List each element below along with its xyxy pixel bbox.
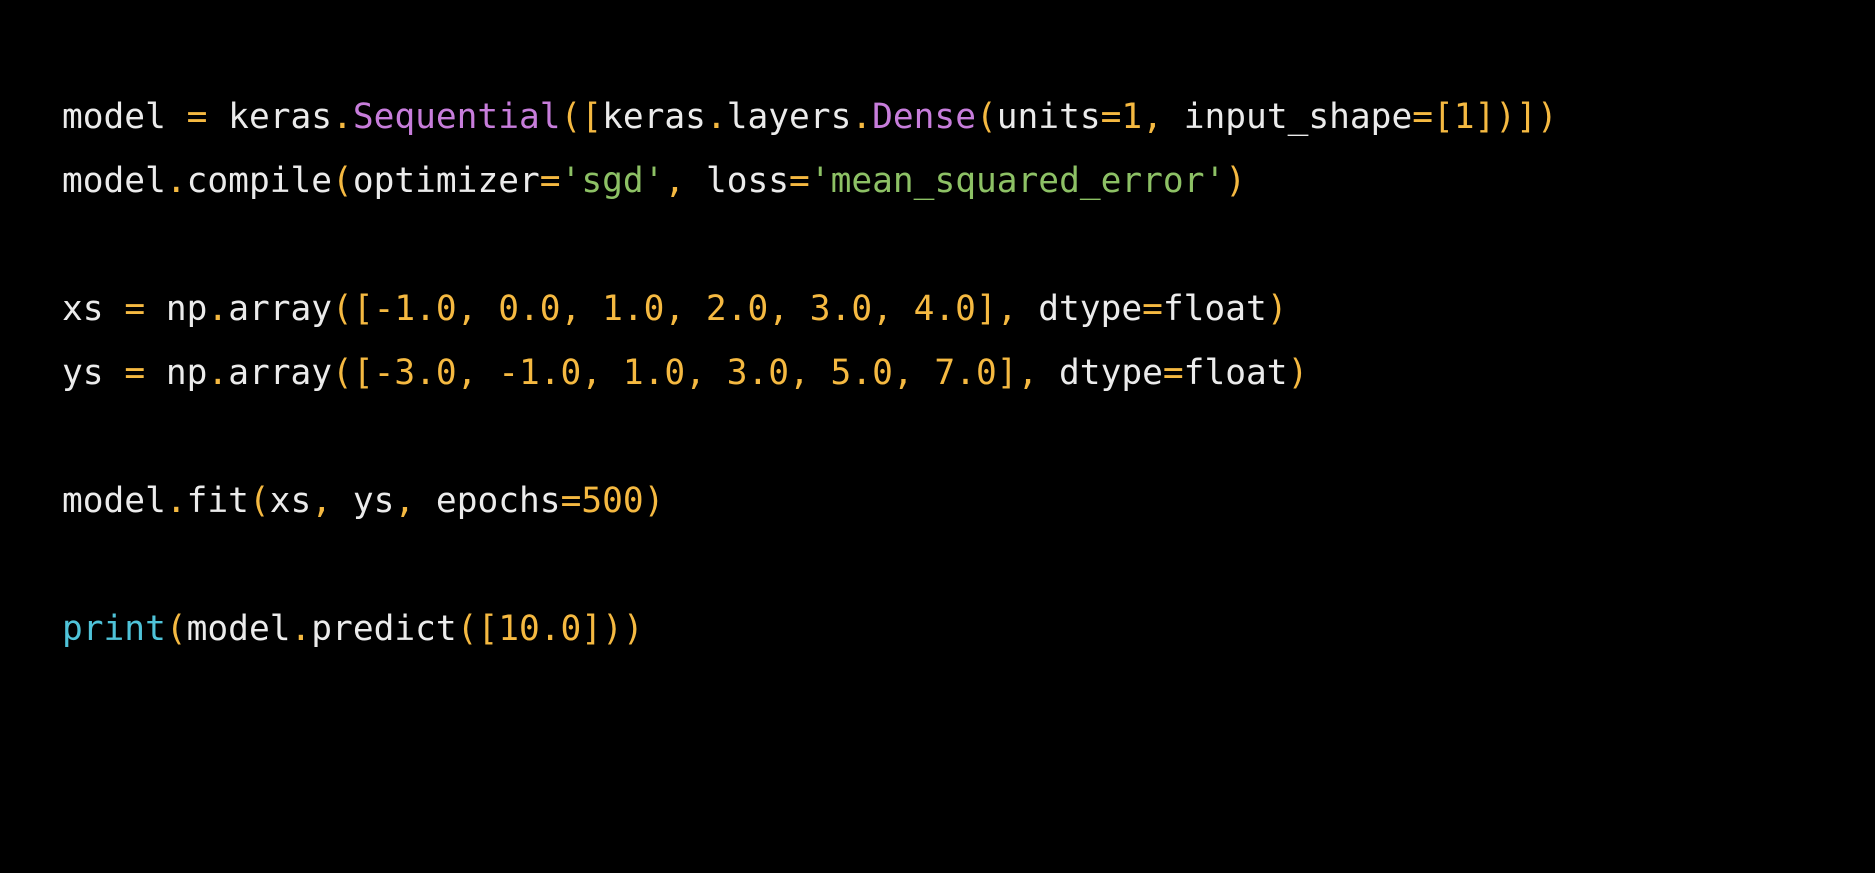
- code-line: model.fit(xs, ys, epochs=500): [62, 469, 1558, 533]
- code-token: model: [186, 609, 291, 649]
- code-token: =: [186, 97, 208, 137]
- code-token: =: [1162, 353, 1184, 393]
- code-token: .: [332, 97, 353, 137]
- code-token: keras: [207, 97, 333, 137]
- code-token: Dense: [872, 97, 976, 137]
- code-token: ,: [311, 481, 333, 521]
- code-token: ): [1287, 353, 1309, 393]
- code-token: xs: [269, 481, 312, 521]
- code-token: layers: [726, 97, 852, 137]
- code-token: .: [851, 97, 873, 137]
- code-token: optimizer: [352, 161, 540, 201]
- code-token: 'mean_squared_error': [809, 161, 1226, 201]
- code-token: =: [539, 161, 561, 201]
- code-token: .: [705, 97, 727, 137]
- code-line: ys = np.array([-3.0, -1.0, 1.0, 3.0, 5.0…: [62, 341, 1558, 405]
- code-token: ): [1266, 289, 1288, 329]
- code-token: =: [789, 161, 810, 201]
- code-token: 'sgd': [560, 161, 665, 201]
- code-token: loss: [685, 161, 790, 201]
- code-token: (: [165, 609, 187, 649]
- code-token: ,: [1142, 97, 1163, 137]
- code-line: xs = np.array([-1.0, 0.0, 1.0, 2.0, 3.0,…: [62, 277, 1558, 341]
- code-token: model: [62, 481, 166, 521]
- code-token: =: [1100, 97, 1122, 137]
- code-token: .: [207, 353, 229, 393]
- code-token: (: [332, 161, 353, 201]
- code-token: ys: [62, 353, 125, 393]
- code-token: .: [165, 161, 187, 201]
- code-token: 1: [1121, 97, 1143, 137]
- code-token: array: [228, 353, 333, 393]
- code-token: =: [560, 481, 582, 521]
- code-token: ([: [560, 97, 603, 137]
- code-token: model: [62, 161, 166, 201]
- code-token: print: [62, 609, 166, 649]
- code-token: 500: [581, 481, 644, 521]
- code-token: ,: [664, 161, 686, 201]
- code-token: array: [228, 289, 333, 329]
- code-token: ys: [332, 481, 395, 521]
- code-token: compile: [186, 161, 333, 201]
- code-token: epochs: [415, 481, 561, 521]
- code-token: .: [290, 609, 312, 649]
- code-token: ): [643, 481, 665, 521]
- code-token: ([-3.0, -1.0, 1.0, 3.0, 5.0, 7.0],: [332, 353, 1039, 393]
- code-block: model = keras.Sequential([keras.layers.D…: [62, 85, 1558, 661]
- code-token: =: [124, 353, 146, 393]
- code-token: xs: [62, 289, 125, 329]
- code-token: units: [996, 97, 1101, 137]
- code-slide: model = keras.Sequential([keras.layers.D…: [0, 0, 1875, 873]
- code-token: Sequential: [352, 97, 561, 137]
- code-token: (: [248, 481, 270, 521]
- code-line: print(model.predict([10.0])): [62, 597, 1558, 661]
- code-token: input_shape: [1162, 97, 1413, 137]
- code-token: ([10.0])): [456, 609, 644, 649]
- code-token: .: [207, 289, 229, 329]
- code-token: ([-1.0, 0.0, 1.0, 2.0, 3.0, 4.0],: [332, 289, 1018, 329]
- code-line: model = keras.Sequential([keras.layers.D…: [62, 85, 1558, 149]
- code-token: (: [975, 97, 997, 137]
- code-token: float: [1183, 353, 1288, 393]
- code-token: np: [145, 353, 208, 393]
- code-token: predict: [311, 609, 457, 649]
- code-token: fit: [186, 481, 249, 521]
- code-token: =: [124, 289, 146, 329]
- code-token: [1])]): [1433, 97, 1558, 137]
- code-token: dtype: [1038, 353, 1163, 393]
- code-token: ,: [394, 481, 416, 521]
- code-token: =: [1142, 289, 1163, 329]
- code-token: ): [1225, 161, 1247, 201]
- code-token: dtype: [1017, 289, 1143, 329]
- code-line: model.compile(optimizer='sgd', loss='mea…: [62, 149, 1558, 213]
- code-token: keras: [602, 97, 706, 137]
- code-token: .: [165, 481, 187, 521]
- code-token: model: [62, 97, 187, 137]
- code-token: =: [1412, 97, 1433, 137]
- code-token: float: [1162, 289, 1267, 329]
- code-token: np: [145, 289, 208, 329]
